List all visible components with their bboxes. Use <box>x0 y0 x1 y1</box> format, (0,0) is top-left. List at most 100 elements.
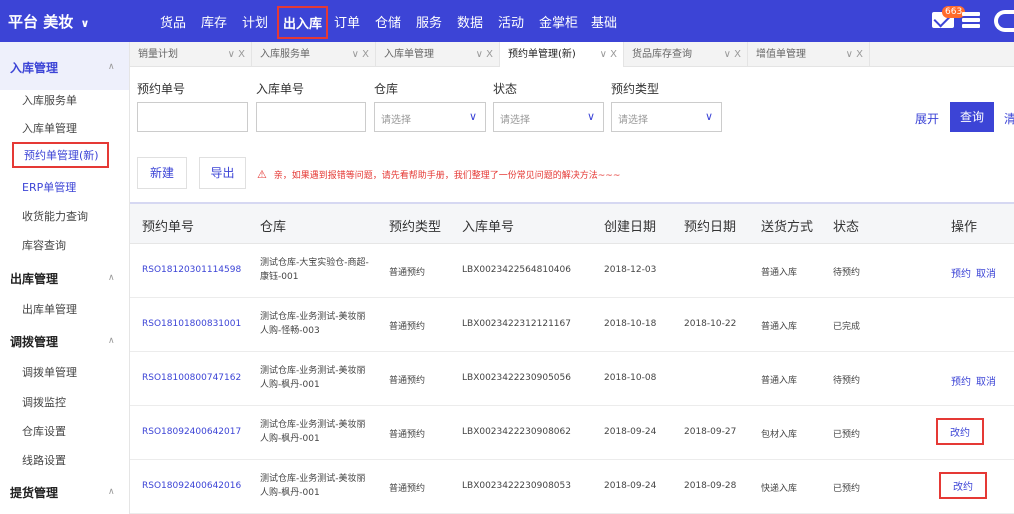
column-header: 送货方式 <box>761 220 814 235</box>
column-header: 创建日期 <box>604 220 657 235</box>
created-date-cell: 2018-12-03 <box>604 265 657 275</box>
column-header: 预约日期 <box>684 220 737 235</box>
tab-inbound-service[interactable]: 入库服务单 ∨ X <box>252 42 376 67</box>
tab-close-icon[interactable]: ∨ X <box>600 42 617 67</box>
sidebar-item-receiving-capacity[interactable]: 收货能力查询 <box>22 208 88 224</box>
nav-inventory[interactable]: 库存 <box>201 12 227 31</box>
tab-value-added-orders[interactable]: 增值单管理 ∨ X <box>748 42 870 67</box>
warehouse-cell: 测试仓库-业务测试-美妆丽人购-枫丹-001 <box>260 420 366 444</box>
nav-activities[interactable]: 活动 <box>498 12 524 31</box>
appointment-no-link[interactable]: RSO18092400642017 <box>142 427 241 437</box>
appointment-type-select[interactable]: 请选择 ∨ <box>611 102 722 132</box>
warehouse-cell: 测试仓库-业务测试-美妆丽人购-枫丹-001 <box>260 366 366 390</box>
select-placeholder: 请选择 <box>618 115 648 126</box>
tab-close-icon[interactable]: ∨ X <box>352 42 369 67</box>
filter-label-status: 状态 <box>493 82 518 96</box>
nav-data[interactable]: 数据 <box>457 12 483 31</box>
sidebar-item-erp-orders[interactable]: ERP单管理 <box>22 179 76 195</box>
tab-close-icon[interactable]: ∨ X <box>228 42 245 67</box>
reschedule-button[interactable]: 改约 <box>936 418 984 445</box>
type-cell: 普通预约 <box>389 484 426 494</box>
table-row: RSO18100800747162 测试仓库-业务测试-美妆丽人购-枫丹-001… <box>130 352 1014 406</box>
book-link[interactable]: 预约 <box>951 265 971 280</box>
nav-plan[interactable]: 计划 <box>242 12 268 31</box>
query-button[interactable]: 查询 <box>950 102 994 132</box>
warehouse-cell: 测试仓库-业务测试-美妆丽人购-怪畅-003 <box>260 312 366 336</box>
chevron-up-icon[interactable]: ∧ <box>108 62 115 72</box>
tab-label: 货品库存查询 <box>632 49 692 60</box>
sidebar-group-pickup[interactable]: 提货管理 <box>10 484 58 501</box>
page-tabs: 销量计划 ∨ X 入库服务单 ∨ X 入库单管理 ∨ X 预约单管理(新) ∨ … <box>130 42 1014 67</box>
help-notice-text: 亲，如果遇到报错等问题，请先看帮助手册，我们整理了一份常见问题的解决方法~~~ <box>273 171 621 181</box>
delivery-method-cell: 普通入库 <box>761 376 798 386</box>
book-link[interactable]: 预约 <box>951 373 971 388</box>
nav-in-out-stock[interactable]: 出入库 <box>277 6 329 39</box>
cancel-link[interactable]: 取消 <box>976 373 996 388</box>
chevron-up-icon[interactable]: ∧ <box>108 273 115 283</box>
sidebar-item-transfer-orders[interactable]: 调拨单管理 <box>22 364 77 380</box>
nav-services[interactable]: 服务 <box>416 12 442 31</box>
status-cell: 已预约 <box>833 484 861 494</box>
export-button[interactable]: 导出 <box>199 157 246 189</box>
created-date-cell: 2018-10-08 <box>604 373 657 383</box>
appointment-date-cell: 2018-09-28 <box>684 481 737 491</box>
appointment-no-link[interactable]: RSO18101800831001 <box>142 319 241 329</box>
inbound-no-cell: LBX0023422230908062 <box>462 427 571 437</box>
user-icon[interactable] <box>994 10 1014 32</box>
appointment-no-link[interactable]: RSO18120301114598 <box>142 265 241 275</box>
top-navigation-bar: 平台 美妆 ∨ 货品 库存 计划 出入库 订单 仓储 服务 数据 活动 金掌柜 … <box>0 0 1014 42</box>
tab-close-icon[interactable]: ∨ X <box>724 42 741 67</box>
table-header: 预约单号 仓库 预约类型 入库单号 创建日期 预约日期 送货方式 状态 操作 <box>130 202 1014 244</box>
tab-close-icon[interactable]: ∨ X <box>476 42 493 67</box>
sidebar-item-route-settings[interactable]: 线路设置 <box>22 452 66 468</box>
clear-link[interactable]: 清 <box>1004 110 1014 127</box>
sidebar-item-outbound-orders[interactable]: 出库单管理 <box>22 301 77 317</box>
inbound-no-input[interactable] <box>256 102 366 132</box>
cancel-link[interactable]: 取消 <box>976 265 996 280</box>
filter-label-warehouse: 仓库 <box>374 82 399 96</box>
warehouse-cell: 测试仓库-大宝实验仓-商超-康钰-001 <box>260 258 369 282</box>
sidebar-item-warehouse-settings[interactable]: 仓库设置 <box>22 423 66 439</box>
select-placeholder: 请选择 <box>500 115 530 126</box>
sidebar-item-inbound-service[interactable]: 入库服务单 <box>22 92 77 108</box>
chevron-down-icon: ∨ <box>586 110 595 123</box>
reschedule-button[interactable]: 改约 <box>939 472 987 499</box>
appointment-no-link[interactable]: RSO18100800747162 <box>142 373 241 383</box>
table-row: RSO18092400642016 测试仓库-业务测试-美妆丽人购-枫丹-001… <box>130 460 1014 514</box>
sidebar-item-inbound-orders[interactable]: 入库单管理 <box>22 120 77 136</box>
inbound-no-cell: LBX0023422230908053 <box>462 481 571 491</box>
chevron-up-icon[interactable]: ∧ <box>108 487 115 497</box>
column-header: 入库单号 <box>462 220 515 235</box>
appointment-no-link[interactable]: RSO18092400642016 <box>142 481 241 491</box>
sidebar-item-appointment-orders[interactable]: 预约单管理(新) <box>12 142 109 168</box>
chevron-up-icon[interactable]: ∧ <box>108 336 115 346</box>
nav-gold-counter[interactable]: 金掌柜 <box>539 12 578 31</box>
chevron-down-icon: ∨ <box>468 110 477 123</box>
filter-label-appointment-no: 预约单号 <box>137 82 186 96</box>
tab-inbound-orders[interactable]: 入库单管理 ∨ X <box>376 42 500 67</box>
nav-orders[interactable]: 订单 <box>334 12 360 31</box>
nav-goods[interactable]: 货品 <box>160 12 186 31</box>
status-select[interactable]: 请选择 ∨ <box>493 102 604 132</box>
brand-switcher[interactable]: 平台 美妆 ∨ <box>8 11 89 32</box>
tab-appointment-orders[interactable]: 预约单管理(新) ∨ X <box>500 42 624 67</box>
tab-goods-inventory[interactable]: 货品库存查询 ∨ X <box>624 42 748 67</box>
tab-sales-plan[interactable]: 销量计划 ∨ X <box>130 42 252 67</box>
tab-close-icon[interactable]: ∨ X <box>846 42 863 67</box>
warehouse-select[interactable]: 请选择 ∨ <box>374 102 486 132</box>
sidebar-group-outbound[interactable]: 出库管理 <box>10 270 58 287</box>
column-header: 预约单号 <box>142 220 195 235</box>
list-icon[interactable] <box>962 12 980 30</box>
status-cell: 待预约 <box>833 268 861 278</box>
sidebar-item-storage-capacity[interactable]: 库容查询 <box>22 237 66 253</box>
expand-link[interactable]: 展开 <box>915 110 939 127</box>
sidebar-group-transfer[interactable]: 调拨管理 <box>10 333 58 350</box>
appointment-no-input[interactable] <box>137 102 248 132</box>
sidebar-item-transfer-monitor[interactable]: 调拨监控 <box>22 394 66 410</box>
tab-label: 销量计划 <box>138 49 178 60</box>
chevron-down-icon: ∨ <box>704 110 713 123</box>
inbound-no-cell: LBX0023422564810406 <box>462 265 571 275</box>
nav-basics[interactable]: 基础 <box>591 12 617 31</box>
nav-warehousing[interactable]: 仓储 <box>375 12 401 31</box>
new-button[interactable]: 新建 <box>137 157 187 189</box>
